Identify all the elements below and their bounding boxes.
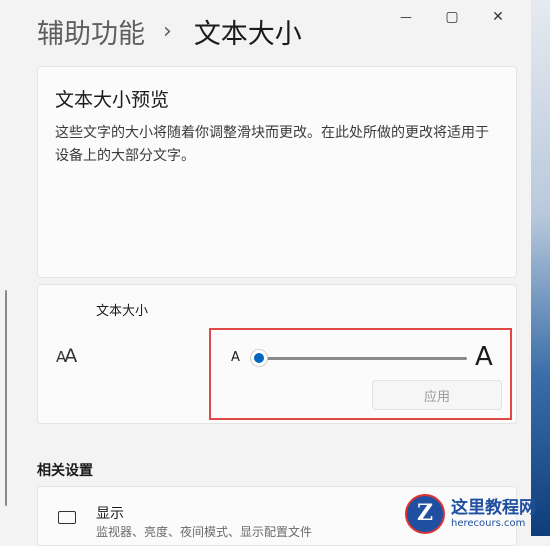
text-size-icon: AA — [56, 345, 77, 367]
slider-thumb-dot — [254, 353, 264, 363]
preview-text: 这些文字的大小将随着你调整滑块而更改。在此处所做的更改将适用于设备上的大部分文字… — [55, 125, 489, 164]
related-settings-header: 相关设置 — [37, 463, 93, 479]
settings-window: — ▢ ✕ 辅助功能 › 文本大小 文本大小预览 这些文字的大小将随着你调整滑块… — [0, 0, 532, 546]
apply-button[interactable]: 应用 — [372, 380, 502, 410]
watermark-url: herecours.com — [451, 517, 526, 529]
text-size-slider-thumb[interactable] — [250, 349, 268, 367]
text-size-label: 文本大小 — [96, 304, 149, 319]
text-size-control-highlight: A A 应用 — [209, 328, 512, 420]
slider-max-label: A — [475, 342, 493, 372]
scrollbar[interactable] — [5, 290, 7, 506]
minimize-button[interactable]: — — [383, 0, 429, 34]
watermark-text: 这里教程网 herecours.com — [451, 499, 536, 529]
watermark-logo-letter: Z — [416, 500, 434, 526]
breadcrumb: 辅助功能 › 文本大小 — [37, 12, 302, 51]
text-size-slider-track[interactable] — [259, 357, 467, 360]
breadcrumb-parent[interactable]: 辅助功能 — [37, 12, 145, 51]
page-title: 文本大小 — [193, 19, 302, 50]
watermark-name: 这里教程网 — [451, 498, 536, 519]
close-button[interactable]: ✕ — [475, 0, 521, 34]
watermark-logo: Z — [405, 494, 445, 534]
desktop-background — [531, 0, 550, 536]
text-size-icon-big: A — [64, 345, 77, 367]
monitor-icon — [58, 511, 76, 524]
close-icon: ✕ — [492, 9, 504, 25]
chevron-right-icon: › — [163, 19, 172, 44]
slider-min-label: A — [231, 350, 240, 365]
maximize-button[interactable]: ▢ — [429, 0, 475, 34]
maximize-icon: ▢ — [445, 9, 459, 25]
minimize-icon: — — [400, 10, 412, 24]
text-preview-card: 文本大小预览 这些文字的大小将随着你调整滑块而更改。在此处所做的更改将适用于设备… — [37, 66, 517, 278]
related-item-subtitle: 监视器、亮度、夜间模式、显示配置文件 — [96, 525, 313, 539]
window-controls: — ▢ ✕ — [383, 0, 521, 34]
related-item-title: 显示 — [96, 506, 124, 522]
preview-title: 文本大小预览 — [55, 89, 170, 111]
watermark: Z 这里教程网 herecours.com — [405, 492, 550, 536]
